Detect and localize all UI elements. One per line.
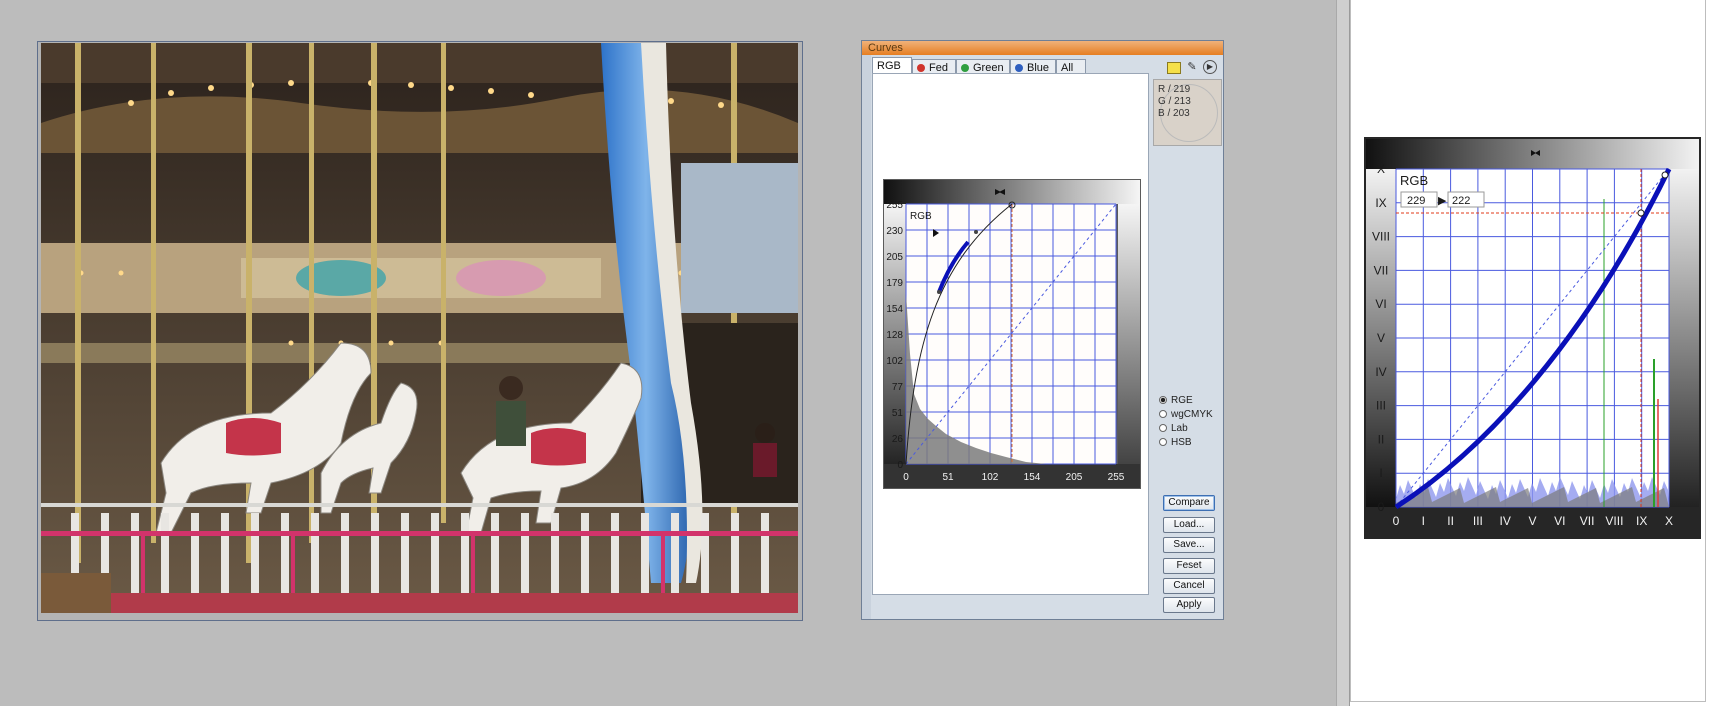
radio-label: wgCMYK [1171, 409, 1213, 420]
bottom-strip [884, 464, 1140, 488]
y-tick-label: I [1379, 466, 1382, 480]
y-tick-label: III [1376, 399, 1386, 413]
curve-graph[interactable]: RGB 255 230 205 179 154 128 102 77 51 26 0 0 51 102 1… [883, 179, 1141, 489]
radio-dot [1159, 396, 1167, 404]
y-tick-label: X [1377, 162, 1385, 176]
x-tick-label: 0 [903, 472, 909, 483]
radio-hsb[interactable]: HSB [1159, 436, 1192, 449]
load-button[interactable]: Load... [1163, 517, 1215, 533]
image-viewer [37, 41, 803, 621]
color-sample: R / 219 G / 213 B / 203 [1153, 79, 1222, 146]
radio-label: RGE [1171, 395, 1193, 406]
y-tick-label: 0 [897, 460, 903, 471]
curve-channel-label: RGB [910, 211, 932, 222]
zoom-plot-area: RGB 229 ▶ 222 [1394, 167, 1672, 510]
sample-green: G / 213 [1158, 96, 1191, 107]
panel-splitter[interactable] [1336, 0, 1349, 706]
radio-cmyk[interactable]: wgCMYK [1159, 408, 1213, 421]
y-tick-label: 77 [892, 382, 904, 393]
y-tick-label: 179 [886, 278, 903, 289]
radio-rgb[interactable]: RGE [1159, 394, 1193, 407]
x-tick-label: II [1447, 514, 1454, 528]
y-tick-label: 0 [1378, 500, 1385, 514]
x-tick-label: 51 [942, 472, 954, 483]
curves-dialog: Curves RGB Fed Green Blue All ✎ ▶ R / 21… [861, 40, 1224, 620]
x-tick-label: VIII [1605, 514, 1623, 528]
x-tick-label: IX [1636, 514, 1647, 528]
folder-icon[interactable] [1167, 62, 1181, 74]
zoom-right-gradient [1669, 169, 1699, 507]
apply-button[interactable]: Apply [1163, 597, 1215, 613]
carousel-photo[interactable] [41, 43, 798, 613]
zoom-curve-graph[interactable]: RGB 229 ▶ 222 0IIIIIIIVVVIVIIVIIIIXX 0II… [1364, 137, 1701, 539]
green-channel-icon [961, 64, 969, 72]
x-tick-label: 205 [1066, 472, 1083, 483]
cancel-button[interactable]: Cancel [1163, 578, 1215, 594]
x-tick-label: 0 [1393, 514, 1400, 528]
radio-dot [1159, 424, 1167, 432]
y-tick-label: VII [1374, 263, 1389, 277]
x-tick-label: VII [1580, 514, 1595, 528]
left-gradient [884, 204, 906, 488]
top-gradient [884, 180, 1140, 204]
x-tick-label: VI [1554, 514, 1565, 528]
y-tick-label: II [1378, 432, 1385, 446]
x-tick-label: X [1665, 514, 1673, 528]
curve-point[interactable] [974, 230, 978, 234]
zoom-curve-endpoint[interactable] [1661, 171, 1669, 179]
x-tick-label: 255 [1108, 472, 1125, 483]
input-value: 229 [1407, 195, 1425, 207]
x-tick-label: V [1528, 514, 1536, 528]
eyedropper-icon[interactable]: ✎ [1185, 60, 1199, 74]
mapping-arrow-icon: ▶ [1438, 195, 1447, 207]
y-tick-label: 154 [886, 304, 903, 315]
y-tick-label: IV [1375, 365, 1386, 379]
y-tick-label: V [1377, 331, 1385, 345]
blue-channel-icon [1015, 64, 1023, 72]
zoom-curve-point[interactable] [1637, 209, 1645, 217]
radio-dot [1159, 410, 1167, 418]
y-tick-label: 128 [886, 330, 903, 341]
dialog-title: Curves [862, 41, 1223, 55]
radio-label: HSB [1171, 437, 1192, 448]
x-tick-label: 154 [1024, 472, 1041, 483]
y-tick-label: VI [1375, 297, 1386, 311]
radio-label: Lab [1171, 423, 1188, 434]
curve-plot-area: RGB [905, 201, 1117, 465]
y-tick-label: 102 [886, 356, 903, 367]
x-tick-label: I [1422, 514, 1425, 528]
sample-blue: B / 203 [1158, 108, 1190, 119]
y-tick-label: 255 [886, 200, 903, 211]
reset-button[interactable]: Feset [1163, 558, 1215, 574]
save-button[interactable]: Save... [1163, 537, 1215, 553]
x-tick-label: IV [1500, 514, 1511, 528]
red-channel-icon [917, 64, 925, 72]
dialog-edge [862, 55, 871, 619]
y-tick-label: 230 [886, 226, 903, 237]
radio-lab[interactable]: Lab [1159, 422, 1188, 435]
y-tick-label: IX [1375, 196, 1386, 210]
y-tick-label: 51 [892, 408, 904, 419]
zoom-channel-label: RGB [1400, 173, 1428, 188]
y-tick-label: 26 [892, 434, 904, 445]
compare-button[interactable]: Compare [1163, 495, 1215, 511]
curve-point[interactable] [937, 290, 941, 294]
right-gradient [1118, 204, 1140, 488]
x-tick-label: 102 [982, 472, 999, 483]
sample-red: R / 219 [1158, 84, 1191, 95]
y-tick-label: VIII [1372, 230, 1390, 244]
carousel-photo-art [41, 43, 798, 613]
play-icon[interactable]: ▶ [1203, 60, 1217, 74]
y-tick-label: 205 [886, 252, 903, 263]
output-value: 222 [1452, 195, 1470, 207]
x-tick-label: III [1473, 514, 1483, 528]
radio-dot [1159, 438, 1167, 446]
tab-label: RGB [877, 60, 901, 72]
